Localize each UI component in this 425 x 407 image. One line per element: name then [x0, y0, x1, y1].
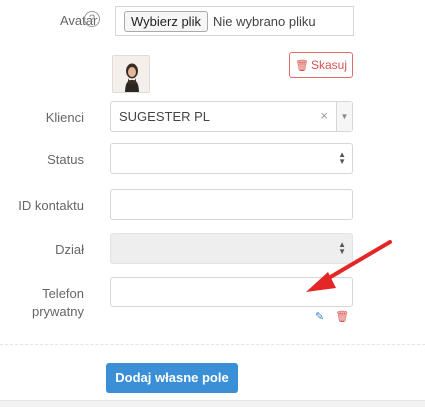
delete-avatar-button[interactable]: 🗑 Skasuj: [289, 52, 353, 78]
add-custom-field-button[interactable]: Dodaj własne pole: [106, 363, 238, 393]
delete-label: Skasuj: [310, 58, 347, 72]
clear-selection-icon[interactable]: ×: [320, 108, 328, 123]
dzial-label: Dział: [55, 242, 84, 257]
telefon-prywatny-label: Telefon prywatny: [8, 285, 84, 321]
help-icon[interactable]: ?: [84, 11, 100, 27]
avatar-file-input[interactable]: Wybierz plik Nie wybrano pliku: [115, 6, 354, 36]
klienci-select[interactable]: SUGESTER PL × ▼: [110, 101, 353, 132]
divider: [0, 344, 425, 345]
field-actions: ✎ 🗑: [315, 310, 349, 323]
footer-strip: [0, 400, 425, 407]
telefon-label-line1: Telefon: [42, 286, 84, 301]
telefon-label-line2: prywatny: [31, 304, 84, 319]
status-select[interactable]: ▲ ▼: [110, 143, 353, 174]
klienci-selected-value: SUGESTER PL: [119, 109, 211, 124]
trash-icon: 🗑: [295, 60, 309, 72]
chevron-down-icon[interactable]: ▼: [336, 102, 352, 131]
status-label: Status: [47, 152, 84, 167]
select-arrows-icon: ▲ ▼: [338, 150, 346, 166]
id-kontaktu-input[interactable]: [110, 189, 353, 220]
trash-icon[interactable]: 🗑: [335, 311, 349, 323]
klienci-label: Klienci: [45, 110, 84, 125]
choose-file-button[interactable]: Wybierz plik: [124, 11, 208, 32]
edit-icon[interactable]: ✎: [315, 311, 324, 323]
file-status-text: Nie wybrano pliku: [213, 14, 316, 29]
avatar-image: [112, 55, 150, 93]
annotation-arrow-icon: [306, 240, 392, 292]
id-kontaktu-label: ID kontaktu: [18, 198, 84, 213]
